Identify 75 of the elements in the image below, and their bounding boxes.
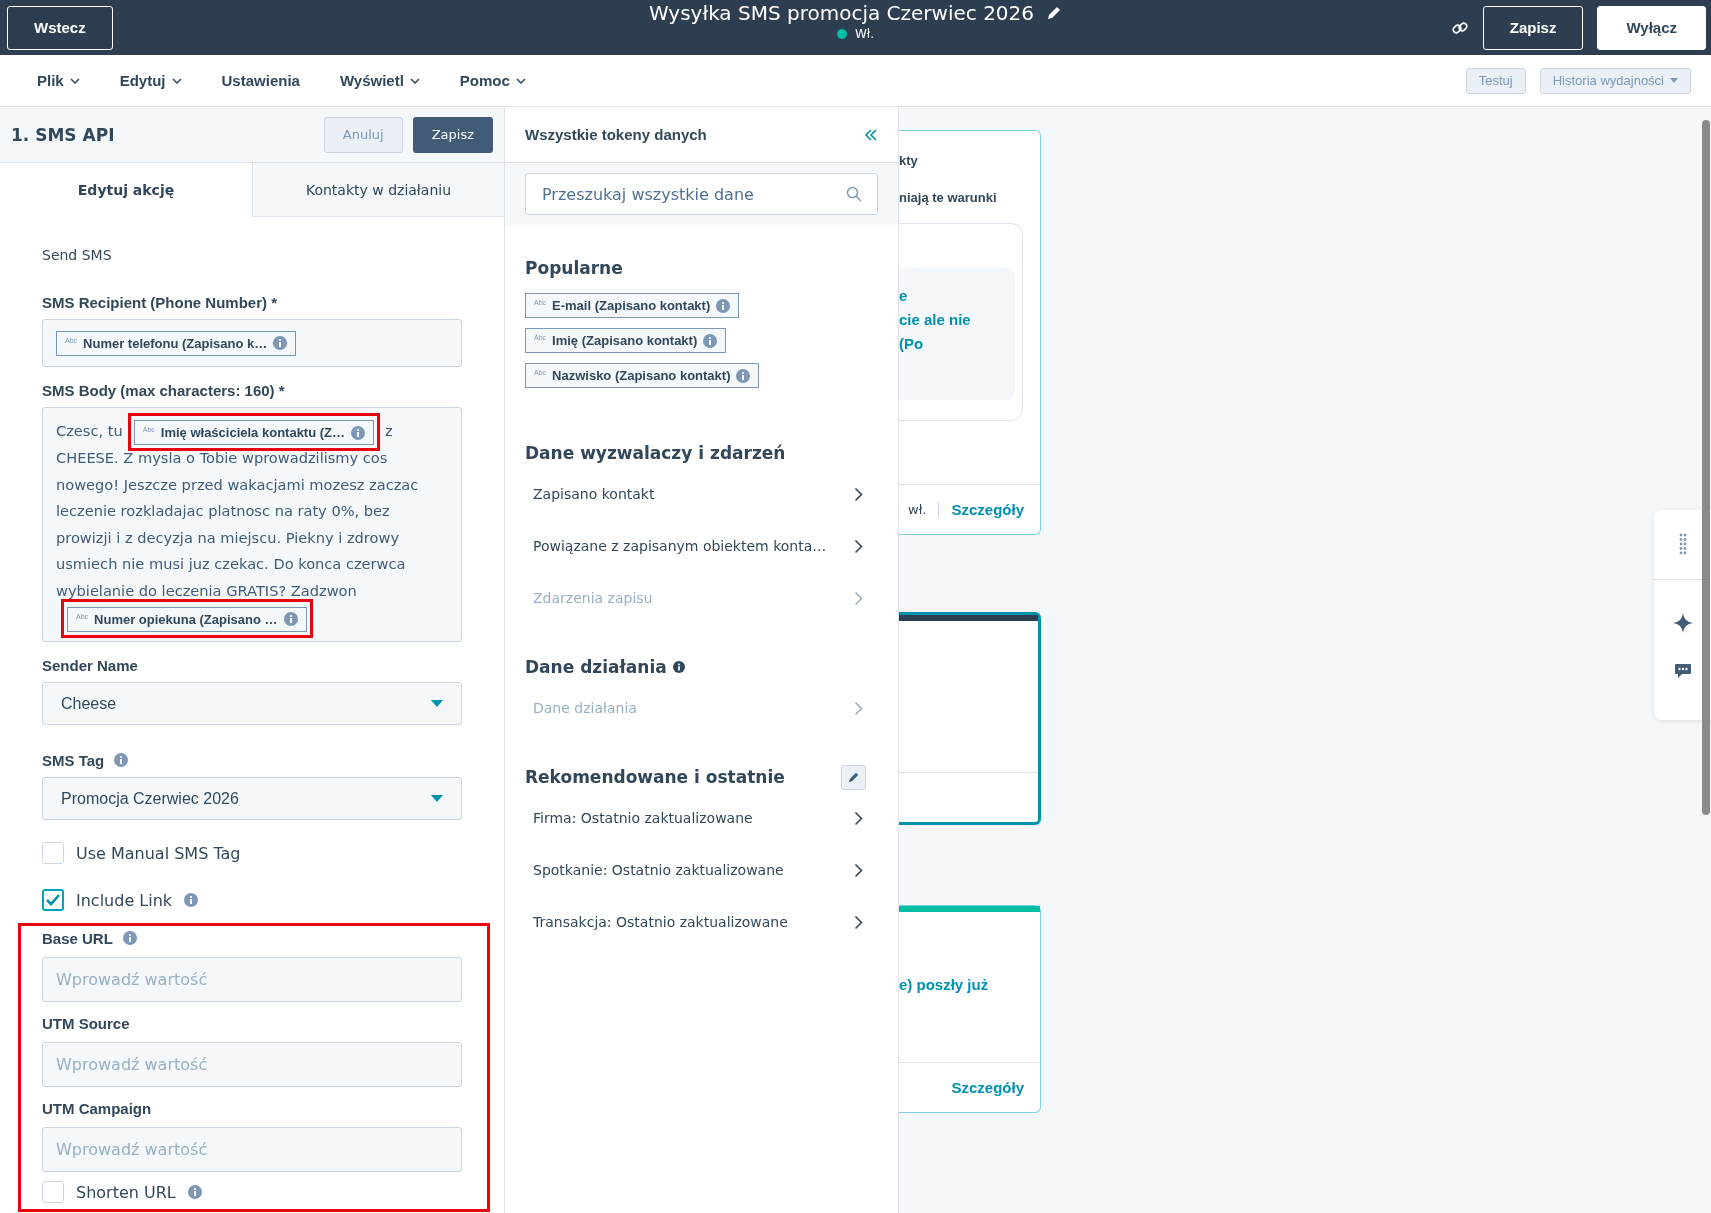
search-icon <box>846 186 862 202</box>
back-button[interactable]: Wstecz <box>7 5 113 50</box>
section-heading: Dane działania <box>525 657 667 677</box>
field-label: SMS Tag <box>42 751 105 769</box>
checkbox[interactable] <box>42 1181 64 1203</box>
token-category[interactable]: Zapisano kontakt <box>525 468 878 520</box>
dropdown-arrow-icon <box>431 700 443 707</box>
menu-item[interactable]: Ustawienia <box>201 72 320 89</box>
tab[interactable]: Kontakty w działaniu <box>252 163 504 217</box>
checkmark-icon <box>45 893 61 907</box>
menu-item[interactable]: Wyświetl <box>319 72 440 89</box>
input-field[interactable]: Wprowadź wartość <box>42 1042 462 1087</box>
pencil-icon <box>847 771 860 783</box>
section-heading: Rekomendowane i ostatnie <box>525 767 785 787</box>
save-button[interactable]: Zapisz <box>1482 5 1584 50</box>
workflow-card[interactable]: e) poszły już Szczegóły <box>899 905 1041 1113</box>
field-label: SMS Recipient (Phone Number) * <box>42 293 278 311</box>
turn-off-button[interactable]: Wyłącz <box>1597 5 1706 50</box>
field-label: Sender Name <box>42 656 138 674</box>
panel-title: Wszystkie tokeny danych <box>525 126 707 143</box>
token-category[interactable]: Powiązane z zapisanym obiektem konta… <box>525 520 878 572</box>
workflow-card[interactable] <box>899 612 1041 825</box>
details-link[interactable]: Szczegóły <box>951 1079 1024 1096</box>
card-note: wł. <box>908 502 940 517</box>
field-label: Base URL <box>42 929 113 947</box>
pencil-icon[interactable] <box>1046 5 1063 21</box>
condition-text: e <box>899 286 909 306</box>
drag-handle-icon[interactable] <box>1678 533 1687 555</box>
action-type: Send SMS <box>42 246 113 265</box>
menu-item[interactable]: Edytuj <box>99 72 202 89</box>
chevron-right-icon <box>854 810 863 826</box>
sparkle-icon[interactable] <box>1672 613 1693 633</box>
condition-text: cie ale nie <box>899 310 972 330</box>
menu-item[interactable]: Plik <box>17 72 100 89</box>
chevron-right-icon <box>854 914 863 930</box>
menu-item[interactable]: Pomoc <box>439 72 546 89</box>
status-label: Wł. <box>854 27 875 41</box>
checkbox-label: Shorten URL <box>76 1182 176 1202</box>
chevron-right-icon <box>854 538 863 554</box>
input-field[interactable]: Wprowadź wartość <box>42 1127 462 1172</box>
details-link[interactable]: Szczegóły <box>951 501 1024 518</box>
edit-button[interactable] <box>841 764 866 790</box>
chevron-right-icon <box>854 486 863 502</box>
checkbox[interactable] <box>42 889 64 911</box>
field-label: SMS Body (max characters: 160) * <box>42 381 285 399</box>
field-label: UTM Campaign <box>42 1099 152 1117</box>
checkbox-label: Use Manual SMS Tag <box>76 843 241 863</box>
dropdown-arrow-icon <box>431 795 443 802</box>
chevron-right-icon <box>854 862 863 878</box>
field-label: UTM Source <box>42 1014 130 1032</box>
window-title: Wysyłka SMS promocja Czerwiec 2026 <box>648 1 1035 25</box>
workflow-card[interactable]: kty niają te warunki e cie ale nie (Po wł. Szczegóły <box>899 130 1041 535</box>
section-heading: Dane wyzwalaczy i zdarzeń <box>525 443 786 463</box>
chevron-right-icon <box>854 590 863 606</box>
card-link-text: e) poszły już <box>899 976 990 993</box>
chevron-right-icon <box>854 700 863 716</box>
token-category[interactable]: Spotkanie: Ostatnio zaktualizowane <box>525 844 878 896</box>
card-text: niają te warunki <box>899 190 998 205</box>
scrollbar[interactable] <box>1702 120 1710 815</box>
card-text: kty <box>899 153 919 168</box>
input-field[interactable]: Wprowadź wartość <box>42 957 462 1002</box>
panel-title: 1. SMS API <box>11 124 115 145</box>
info-icon[interactable] <box>672 661 685 673</box>
checkbox-label: Include Link <box>76 890 173 910</box>
section-heading: Popularne <box>525 258 623 278</box>
token-category[interactable]: Transakcja: Ostatnio zaktualizowane <box>525 896 878 948</box>
dropdown[interactable]: Promocja Czerwiec 2026 <box>42 777 462 820</box>
condition-text: (Po <box>899 334 925 354</box>
save-button[interactable]: Zapisz <box>412 116 493 153</box>
search-field[interactable]: Przeszukaj wszystkie dane <box>525 173 878 215</box>
dropdown[interactable]: Cheese <box>42 682 462 725</box>
checkbox[interactable] <box>42 842 64 864</box>
chat-icon[interactable] <box>1673 663 1692 679</box>
collapse-icon[interactable] <box>864 128 878 141</box>
token-category[interactable]: Firma: Ostatnio zaktualizowane <box>525 792 878 844</box>
